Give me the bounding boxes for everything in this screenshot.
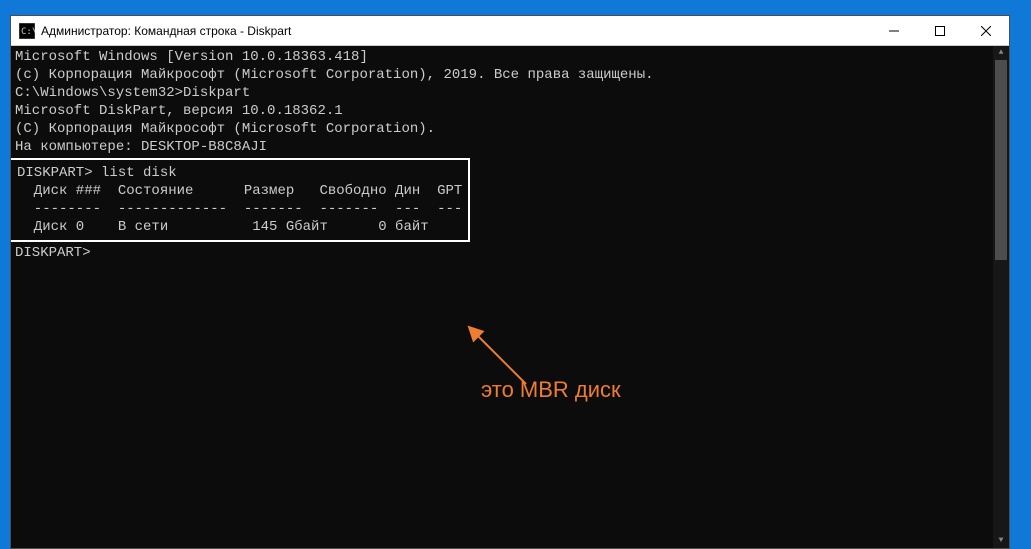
vertical-scrollbar[interactable]: ▲ ▼ (993, 46, 1009, 548)
table-row: Диск 0 В сети 145 Gбайт 0 байт (17, 218, 462, 236)
terminal-area[interactable]: Microsoft Windows [Version 10.0.18363.41… (11, 46, 1009, 548)
table-header: Диск ### Состояние Размер Свободно Дин G… (17, 182, 462, 200)
diskpart-command: DISKPART> list disk (17, 164, 462, 182)
window-title: Администратор: Командная строка - Diskpa… (41, 24, 871, 38)
output-line: Microsoft Windows [Version 10.0.18363.41… (15, 48, 1005, 66)
svg-text:C:\: C:\ (21, 27, 35, 37)
annotation-label: это MBR диск (481, 381, 621, 399)
minimize-button[interactable] (871, 16, 917, 45)
cmd-icon: C:\ (19, 23, 35, 39)
output-line: Microsoft DiskPart, версия 10.0.18362.1 (15, 102, 1005, 120)
window-controls (871, 16, 1009, 45)
titlebar[interactable]: C:\ Администратор: Командная строка - Di… (11, 16, 1009, 46)
output-line: (C) Корпорация Майкрософт (Microsoft Cor… (15, 120, 1005, 138)
output-line: На компьютере: DESKTOP-B8C8AJI (15, 138, 1005, 156)
close-button[interactable] (963, 16, 1009, 45)
cmd-window: C:\ Администратор: Командная строка - Di… (10, 15, 1010, 549)
scroll-up-icon[interactable]: ▲ (993, 46, 1009, 60)
prompt-line: C:\Windows\system32>Diskpart (15, 84, 1005, 102)
prompt-line: DISKPART> (15, 244, 1005, 262)
highlighted-output: DISKPART> list disk Диск ### Состояние Р… (11, 158, 470, 242)
annotation-arrow-icon (466, 324, 546, 394)
scrollbar-thumb[interactable] (995, 60, 1007, 260)
output-line: (c) Корпорация Майкрософт (Microsoft Cor… (15, 66, 1005, 84)
scroll-down-icon[interactable]: ▼ (993, 534, 1009, 548)
maximize-button[interactable] (917, 16, 963, 45)
table-divider: -------- ------------- ------- ------- -… (17, 200, 462, 218)
